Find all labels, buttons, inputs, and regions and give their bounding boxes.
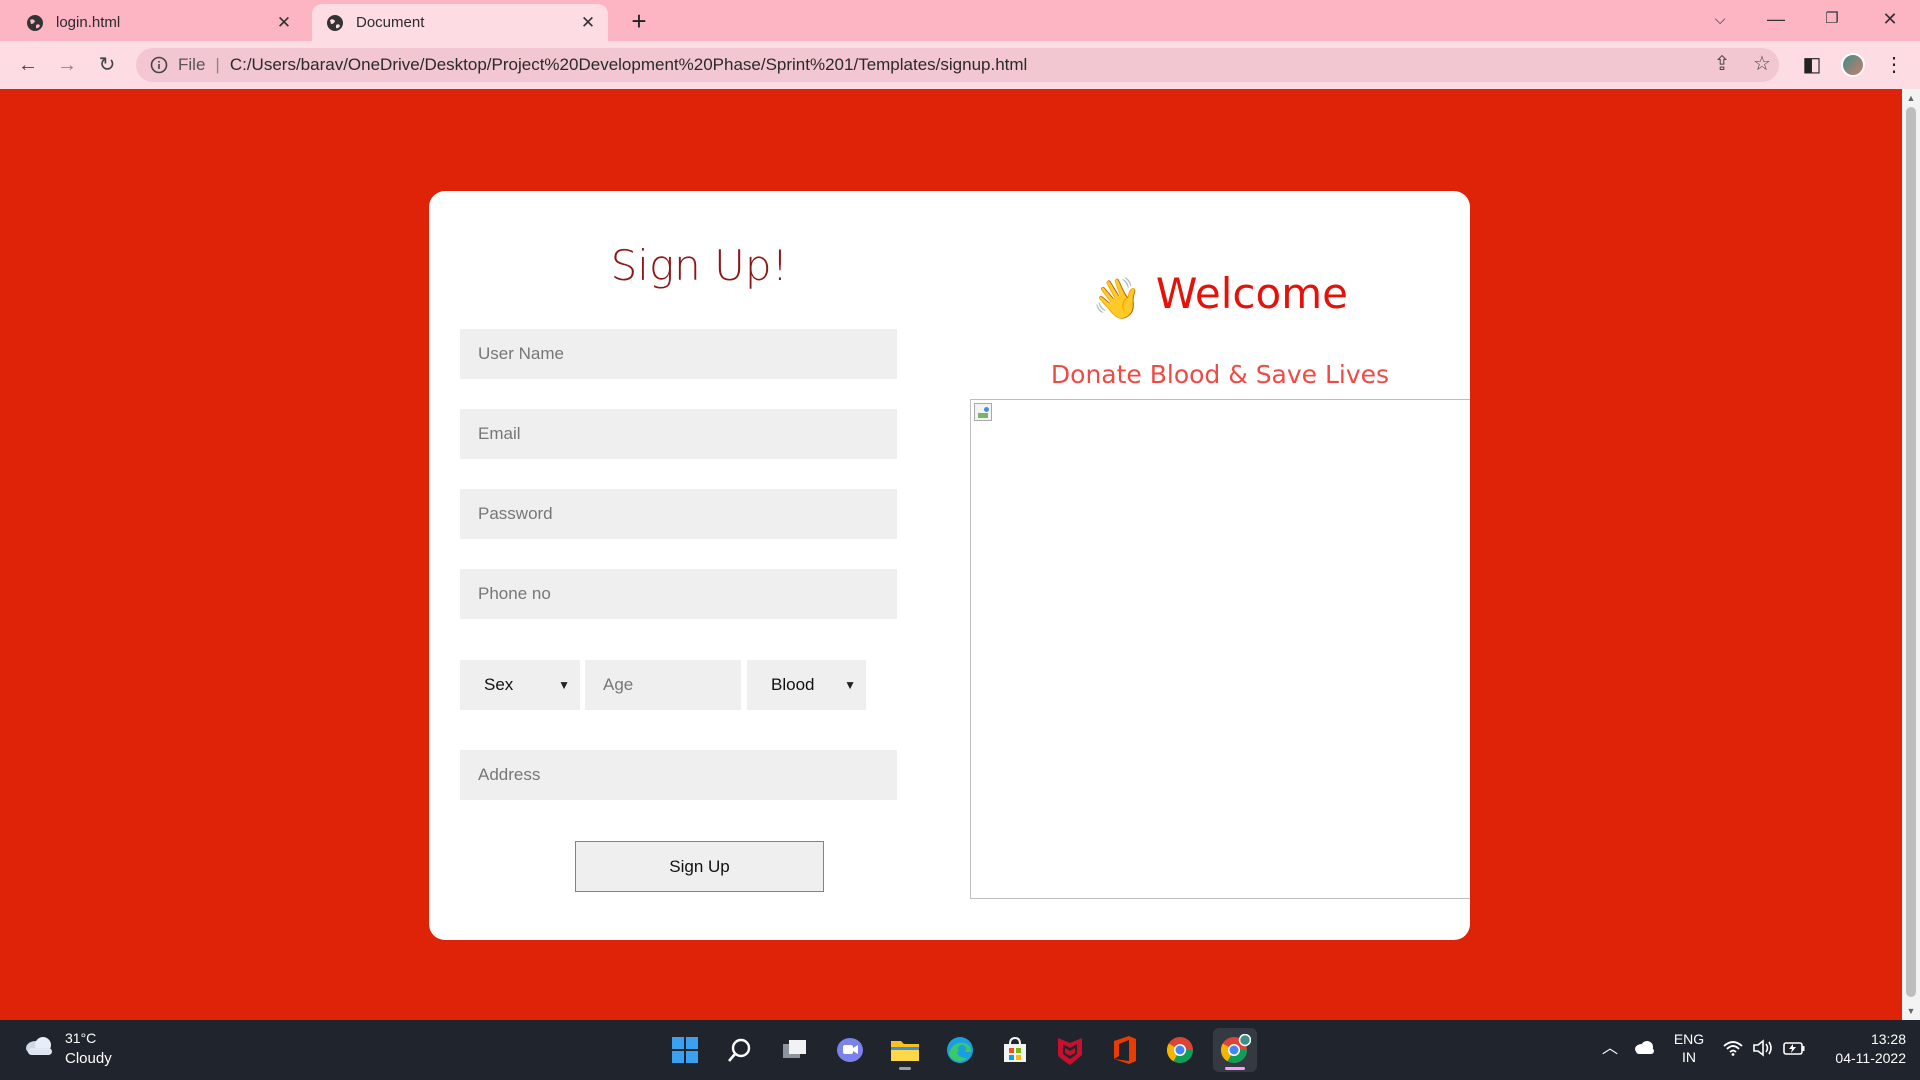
sex-select[interactable]: Sex ▼ bbox=[460, 660, 580, 710]
hero-image-placeholder bbox=[970, 399, 1470, 899]
chevron-up-icon[interactable]: ︿ bbox=[1602, 1034, 1618, 1058]
blood-select-value: Blood bbox=[771, 675, 815, 694]
tab-document[interactable]: Document ✕ bbox=[312, 4, 608, 41]
minimize-icon[interactable]: — bbox=[1748, 2, 1804, 36]
cloud-icon[interactable] bbox=[22, 1034, 56, 1058]
sex-select-value: Sex bbox=[484, 675, 514, 694]
reload-icon[interactable]: ↻ bbox=[93, 51, 121, 79]
chrome-icon[interactable] bbox=[1158, 1028, 1202, 1072]
system-clock[interactable]: 13:28 04-11-2022 bbox=[1816, 1030, 1906, 1068]
share-icon[interactable]: ⇪ bbox=[1708, 50, 1736, 78]
running-indicator bbox=[1225, 1067, 1245, 1070]
region-code: IN bbox=[1682, 1049, 1696, 1065]
browser-tab-bar: login.html ✕ Document ✕ + ⌵ — ❐ ✕ bbox=[0, 0, 1920, 41]
task-view-icon[interactable] bbox=[773, 1028, 817, 1072]
chevron-down-icon: ▼ bbox=[558, 678, 570, 692]
scrollbar-thumb[interactable] bbox=[1906, 107, 1916, 997]
address-input[interactable]: Address bbox=[460, 750, 897, 800]
volume-icon[interactable] bbox=[1752, 1039, 1774, 1057]
forward-arrow-icon[interactable]: → bbox=[53, 51, 81, 79]
email-input[interactable]: Email bbox=[460, 409, 897, 459]
language-code: ENG bbox=[1673, 1031, 1705, 1047]
address-bar[interactable]: File | C:/Users/barav/OneDrive/Desktop/P… bbox=[136, 48, 1779, 82]
signup-card: Sign Up! User Name Email Password Phone … bbox=[429, 191, 1470, 940]
tagline: Donate Blood & Save Lives bbox=[1050, 360, 1390, 389]
scroll-up-icon[interactable]: ▲ bbox=[1902, 93, 1920, 103]
plus-icon[interactable]: + bbox=[624, 7, 654, 37]
waving-hand-icon: 👋 bbox=[1092, 276, 1142, 322]
page-scrollbar[interactable]: ▲ ▼ bbox=[1902, 89, 1920, 1020]
browser-toolbar: ← → ↻ File | C:/Users/barav/OneDrive/Des… bbox=[0, 41, 1920, 89]
close-icon[interactable]: ✕ bbox=[270, 13, 298, 33]
password-input[interactable]: Password bbox=[460, 489, 897, 539]
weather-condition[interactable]: Cloudy bbox=[65, 1050, 112, 1067]
office-icon[interactable] bbox=[1103, 1028, 1147, 1072]
running-indicator bbox=[899, 1067, 911, 1070]
age-input[interactable]: Age bbox=[585, 660, 741, 710]
battery-charging-icon[interactable] bbox=[1782, 1040, 1806, 1056]
language-indicator[interactable]: ENG IN bbox=[1672, 1030, 1706, 1066]
chrome-profile-icon[interactable] bbox=[1213, 1028, 1257, 1072]
wifi-icon[interactable] bbox=[1723, 1040, 1743, 1056]
globe-icon bbox=[27, 14, 43, 31]
globe-icon bbox=[327, 14, 343, 31]
chevron-down-icon: ▼ bbox=[844, 678, 856, 692]
username-input[interactable]: User Name bbox=[460, 329, 897, 379]
tab-label: login.html bbox=[56, 14, 121, 31]
file-explorer-icon[interactable] bbox=[883, 1028, 927, 1072]
welcome-text: Welcome bbox=[1155, 269, 1348, 318]
info-icon bbox=[150, 56, 168, 74]
sign-up-button[interactable]: Sign Up bbox=[575, 841, 824, 892]
onedrive-cloud-icon[interactable] bbox=[1633, 1040, 1655, 1054]
page-title: Sign Up! bbox=[610, 241, 789, 290]
edge-browser-icon[interactable] bbox=[938, 1028, 982, 1072]
broken-image-icon bbox=[974, 403, 992, 421]
teams-chat-icon[interactable] bbox=[828, 1028, 872, 1072]
url-scheme: File bbox=[178, 55, 206, 74]
window-close-icon[interactable]: ✕ bbox=[1862, 2, 1918, 36]
tab-label: Document bbox=[356, 14, 425, 31]
url-text: C:/Users/barav/OneDrive/Desktop/Project%… bbox=[229, 55, 1028, 74]
mcafee-shield-icon[interactable] bbox=[1048, 1028, 1092, 1072]
welcome-heading: 👋 Welcome bbox=[970, 269, 1470, 322]
blood-select[interactable]: Blood ▼ bbox=[747, 660, 866, 710]
tab-search-chevron-icon[interactable]: ⌵ bbox=[1692, 2, 1748, 36]
microsoft-store-icon[interactable] bbox=[993, 1028, 1037, 1072]
restore-icon[interactable]: ❐ bbox=[1804, 2, 1860, 36]
scroll-down-icon[interactable]: ▼ bbox=[1902, 1006, 1920, 1016]
tab-login[interactable]: login.html ✕ bbox=[12, 4, 304, 41]
menu-kebab-icon[interactable]: ⋮ bbox=[1880, 51, 1908, 79]
url-divider: | bbox=[215, 55, 220, 74]
clock-date: 04-11-2022 bbox=[1835, 1050, 1906, 1066]
back-arrow-icon[interactable]: ← bbox=[14, 51, 42, 79]
bookmark-star-icon[interactable]: ☆ bbox=[1748, 50, 1776, 78]
os-taskbar: 31°C Cloudy ︿ ENG IN 13:28 04-11-2022 bbox=[0, 1020, 1920, 1080]
side-panel-icon[interactable]: ◧ bbox=[1798, 51, 1826, 79]
clock-time: 13:28 bbox=[1870, 1031, 1906, 1047]
search-icon[interactable] bbox=[718, 1028, 762, 1072]
profile-avatar[interactable] bbox=[1841, 53, 1865, 77]
windows-start-icon[interactable] bbox=[663, 1028, 707, 1072]
close-icon[interactable]: ✕ bbox=[574, 13, 602, 33]
weather-temperature[interactable]: 31°C bbox=[65, 1030, 96, 1046]
phone-input[interactable]: Phone no bbox=[460, 569, 897, 619]
